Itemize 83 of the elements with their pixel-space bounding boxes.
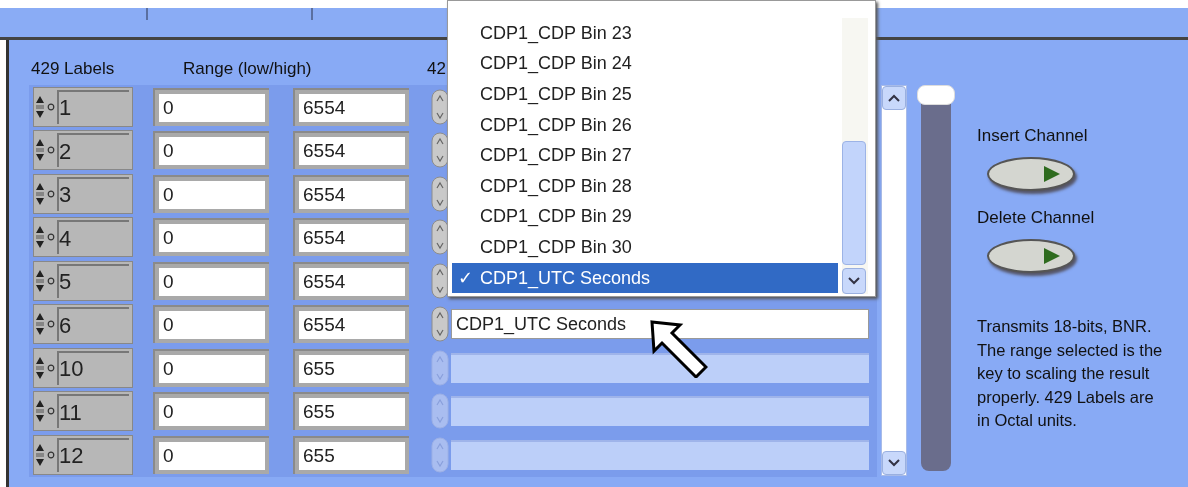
scroll-down-button[interactable] <box>842 268 866 294</box>
dot-icon <box>47 450 55 459</box>
high-field[interactable]: 6554 <box>299 267 405 296</box>
dot-icon <box>47 146 55 155</box>
scroll-thumb[interactable] <box>842 141 866 265</box>
column-header: 42 <box>427 57 446 80</box>
label-number: 12 <box>57 437 129 472</box>
label-spinner[interactable]: 1 <box>33 86 133 127</box>
low-field[interactable]: 0 <box>159 137 265 166</box>
spinner-icon[interactable] <box>431 306 449 343</box>
run-button[interactable] <box>987 157 1075 191</box>
label-number: 5 <box>57 263 129 298</box>
label-number: 11 <box>57 394 129 429</box>
menu-item[interactable]: CDP1_CDP Bin 29 <box>452 201 838 233</box>
label-number: 10 <box>57 350 129 385</box>
run-button[interactable] <box>987 239 1075 273</box>
column-header: 429 Labels <box>30 57 116 80</box>
chevron-up-icon <box>888 94 900 102</box>
dot-icon <box>47 407 55 416</box>
low-field[interactable]: 0 <box>159 354 265 383</box>
spinner-icon[interactable] <box>431 88 449 125</box>
label-number: 3 <box>57 176 129 211</box>
low-field[interactable]: 0 <box>159 180 265 209</box>
menu-item[interactable]: CDP1_CDP Bin 26 <box>452 109 838 141</box>
low-field[interactable]: 0 <box>159 311 265 340</box>
chevron-down-icon <box>848 277 860 285</box>
low-field[interactable]: 0 <box>159 224 265 253</box>
high-field[interactable]: 6554 <box>299 180 405 209</box>
column-header: Range (low/high) <box>182 57 313 80</box>
label-number: 2 <box>57 133 129 168</box>
menu-item[interactable]: CDP1_CDP Bin 30 <box>452 232 838 263</box>
dot-icon <box>47 363 55 372</box>
high-field[interactable]: 6554 <box>299 137 405 166</box>
label-spinner[interactable]: 11 <box>33 391 133 432</box>
menu-item[interactable]: CDP1_CDP Bin 23 <box>452 18 838 49</box>
dot-icon <box>47 102 55 111</box>
button-label: Insert Channel <box>977 125 1089 147</box>
spinner-icon[interactable] <box>431 262 449 299</box>
list-scrollbar[interactable] <box>881 85 907 476</box>
dot-icon <box>47 233 55 242</box>
arrow-pointer-icon <box>650 320 708 378</box>
play-icon <box>1041 247 1061 265</box>
low-field[interactable]: 0 <box>159 267 265 296</box>
label-spinner[interactable]: 3 <box>33 173 133 214</box>
label-spinner[interactable]: 6 <box>33 304 133 345</box>
low-field[interactable]: 0 <box>159 441 265 470</box>
label-spinner[interactable]: 5 <box>33 260 133 301</box>
label-number: 4 <box>57 220 129 255</box>
dot-icon <box>47 320 55 329</box>
dot-icon <box>47 276 55 285</box>
low-field[interactable]: 0 <box>159 93 265 122</box>
high-field[interactable]: 655 <box>299 441 405 470</box>
menu-item[interactable]: CDP1_CDP Bin 24 <box>452 48 838 80</box>
note-text: Transmits 18-bits, BNR. The range selected is the key to scaling the result properly. 429 Labels are in Octal units. <box>977 316 1164 431</box>
label-spinner[interactable]: 4 <box>33 217 133 258</box>
spinner-icon[interactable] <box>431 219 449 256</box>
high-field[interactable]: 6554 <box>299 93 405 122</box>
menu-scrollbar[interactable] <box>842 18 868 294</box>
slider-thumb[interactable] <box>917 85 955 105</box>
menu-item[interactable]: CDP1_CDP Bin 27 <box>452 140 838 171</box>
label-spinner[interactable]: 12 <box>33 434 133 475</box>
scroll-down-button[interactable] <box>882 451 906 475</box>
high-field[interactable]: 655 <box>299 398 405 427</box>
chevron-down-icon <box>888 459 900 467</box>
label-number: 6 <box>57 307 129 342</box>
menu-item[interactable]: CDP1_CDP Bin 25 <box>452 79 838 110</box>
button-label: Delete Channel <box>977 207 1096 229</box>
label-spinner[interactable]: 10 <box>33 347 133 388</box>
menu-item[interactable]: CDP1_CDP Bin 28 <box>452 170 838 202</box>
label-spinner[interactable]: 2 <box>33 130 133 171</box>
play-icon <box>1041 165 1061 183</box>
vertical-slider[interactable] <box>917 85 955 471</box>
spinner-icon[interactable] <box>431 132 449 169</box>
scroll-up-button[interactable] <box>882 86 906 110</box>
high-field[interactable]: 6554 <box>299 311 405 340</box>
menu-item[interactable]: ✓ CDP1_UTC Seconds <box>452 262 838 294</box>
low-field[interactable]: 0 <box>159 398 265 427</box>
high-field[interactable]: 655 <box>299 354 405 383</box>
channel-field[interactable]: CDP1_UTC Seconds <box>451 309 869 340</box>
high-field[interactable]: 6554 <box>299 224 405 253</box>
spinner-icon[interactable] <box>431 175 449 212</box>
label-number: 1 <box>57 89 129 124</box>
dot-icon <box>47 189 55 198</box>
